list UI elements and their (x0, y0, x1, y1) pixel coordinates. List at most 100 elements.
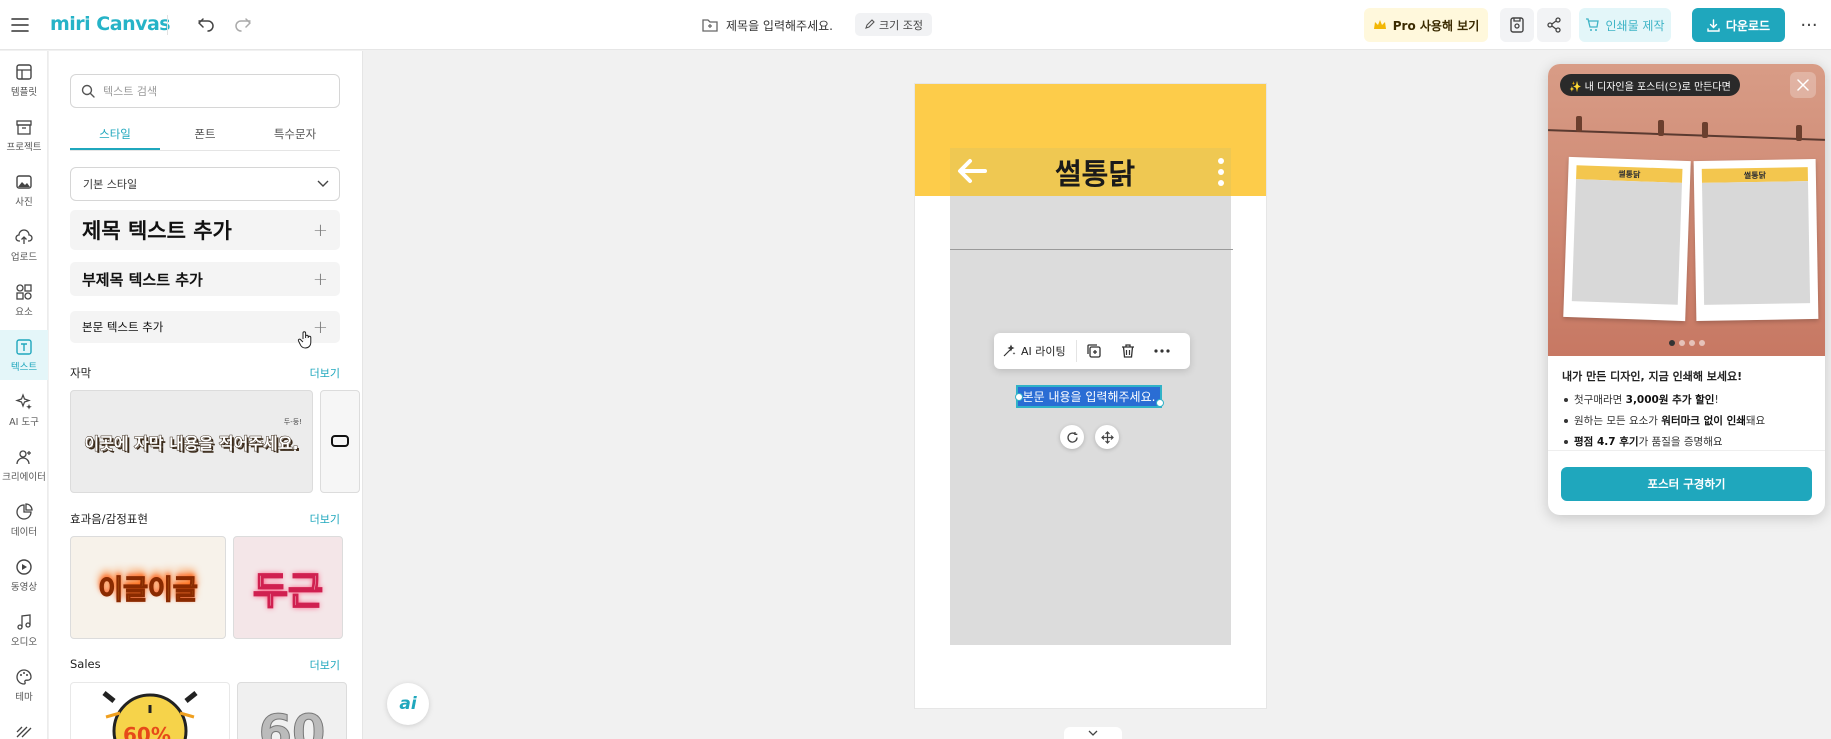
ai-tools-icon (15, 392, 32, 410)
rail-label: 프로젝트 (6, 141, 42, 153)
rail-item-elements[interactable]: 요소 (0, 275, 48, 325)
duplicate-icon[interactable] (1077, 338, 1111, 364)
tab-style[interactable]: 스타일 (70, 121, 160, 150)
rail-item-creator[interactable]: 크리에이터 (0, 440, 48, 490)
promo-chip: ✨ 내 디자인을 포스터(으)로 만든다면 (1560, 74, 1740, 96)
see-more-link[interactable]: 더보기 (310, 657, 340, 673)
ai-writing-label: AI 라이팅 (1021, 345, 1066, 358)
top-bar: miri Canvas 제목을 입력해주세요. 크기 조정 Pro 사용해 보기… (0, 0, 1831, 50)
selected-text-box[interactable]: 본문 내용을 입력해주세요. (1016, 385, 1162, 408)
more-options-icon[interactable] (1145, 338, 1179, 364)
rail-item-data[interactable]: 데이터 (0, 495, 48, 545)
download-label: 다운로드 (1725, 18, 1771, 33)
rail-item-theme[interactable]: 테마 (0, 660, 48, 710)
resize-handle-right[interactable] (1156, 399, 1164, 407)
section-title: 효과음/감정표현 (70, 512, 148, 526)
save-icon (1510, 17, 1524, 33)
effect-thumbnail-heart[interactable]: 두근 (233, 536, 343, 639)
rail-item-text[interactable]: 텍스트 (0, 330, 48, 380)
rail-item-video[interactable]: 동영상 (0, 550, 48, 600)
text-search[interactable] (70, 74, 340, 108)
content-placeholder[interactable] (950, 196, 1231, 645)
rail-label: 데이터 (10, 526, 38, 538)
save-button[interactable] (1500, 8, 1534, 42)
divider-line[interactable] (950, 249, 1233, 250)
kebab-menu-icon[interactable] (1215, 154, 1227, 190)
divider (1548, 450, 1825, 451)
promo-benefits: 첫구매라면 3,000원 추가 할인! 원하는 모든 요소가 워터마크 없이 인… (1562, 392, 1814, 449)
redo-icon[interactable] (230, 12, 256, 38)
section-sales-header: Sales 더보기 (70, 657, 340, 673)
rail-item-upload[interactable]: 업로드 (0, 220, 48, 270)
document-title-text[interactable]: 제목을 입력해주세요. (726, 17, 833, 34)
benefit-item: 평점 4.7 후기가 품질을 증명해요 (1562, 434, 1814, 449)
ai-assistant-button[interactable]: ai (387, 683, 429, 725)
rail-item-template[interactable]: 템플릿 (0, 55, 48, 105)
ai-writing-button[interactable]: AI 라이팅 (1002, 340, 1077, 362)
app-logo[interactable]: miri Canvas (50, 11, 171, 37)
project-icon (16, 119, 32, 135)
rail-label: 동영상 (10, 581, 38, 593)
elements-icon (16, 283, 32, 300)
add-title-text-button[interactable]: 제목 텍스트 추가 + (70, 210, 340, 250)
add-subtitle-label: 부제목 텍스트 추가 (82, 270, 203, 289)
rail-label: 오디오 (10, 636, 38, 648)
see-more-link[interactable]: 더보기 (310, 511, 340, 527)
undo-icon[interactable] (193, 12, 219, 38)
subtitle-style-thumbnail-2[interactable] (320, 390, 360, 493)
document-title[interactable]: 제목을 입력해주세요. (702, 12, 833, 38)
move-icon[interactable] (1095, 425, 1119, 449)
section-subtitles-header: 자막 더보기 (70, 365, 340, 381)
see-more-link[interactable]: 더보기 (310, 365, 340, 381)
download-button[interactable]: 다운로드 (1692, 8, 1785, 42)
page-navigator-toggle[interactable] (1064, 727, 1122, 739)
rail-label: 크리에이터 (2, 471, 46, 483)
rail-item-ai-tools[interactable]: AI 도구 (0, 385, 48, 435)
page-title[interactable]: 썰통닭 (995, 148, 1195, 196)
print-button[interactable]: 인쇄물 제작 (1579, 8, 1671, 42)
pro-trial-button[interactable]: Pro 사용해 보기 (1364, 8, 1488, 42)
rail-label: 텍스트 (10, 361, 38, 373)
resize-handle-left[interactable] (1015, 393, 1023, 401)
back-arrow-icon[interactable] (955, 154, 989, 188)
benefit-item: 원하는 모든 요소가 워터마크 없이 인쇄돼요 (1562, 413, 1814, 428)
plus-icon: + (312, 316, 328, 338)
trash-icon[interactable] (1111, 338, 1145, 364)
menu-icon[interactable] (8, 13, 32, 37)
sales-thumbnail-1[interactable]: 60% (70, 682, 230, 739)
sales-thumbnail-2[interactable]: 60 (237, 682, 347, 739)
close-icon[interactable] (1790, 72, 1816, 98)
search-input[interactable] (103, 84, 323, 98)
rotate-icon[interactable] (1060, 425, 1084, 449)
left-icon-rail: 템플릿 프로젝트 사진 업로드 요소 텍스트 AI 도구 크리에이터 데이터 동… (0, 51, 48, 739)
pattern-icon[interactable] (15, 725, 33, 739)
download-icon (1707, 18, 1720, 32)
section-effects-header: 효과음/감정표현 더보기 (70, 511, 340, 527)
crown-icon (1373, 20, 1386, 29)
creator-icon (16, 449, 31, 464)
style-select[interactable]: 기본 스타일 (70, 167, 340, 201)
section-title: 자막 (70, 366, 92, 380)
chevron-down-icon (1088, 730, 1098, 736)
rail-item-photo[interactable]: 사진 (0, 165, 48, 215)
effect-thumbnail-fire[interactable]: 이글이글 (70, 536, 226, 639)
rail-item-project[interactable]: 프로젝트 (0, 110, 48, 160)
subtitle-style-thumbnail[interactable]: 이곳에 자막 내용을 적어주세요. 두-둥! (70, 390, 313, 493)
rail-item-audio[interactable]: 오디오 (0, 605, 48, 655)
hand-cursor-icon (297, 331, 312, 349)
folder-icon (702, 19, 718, 32)
plus-icon: + (312, 268, 328, 290)
share-button[interactable] (1537, 8, 1571, 42)
tab-special-chars[interactable]: 특수문자 (250, 121, 340, 150)
view-posters-button[interactable]: 포스터 구경하기 (1561, 467, 1812, 501)
tab-font[interactable]: 폰트 (160, 121, 250, 150)
sales-thumb-text: 60% (123, 723, 171, 739)
resize-button[interactable]: 크기 조정 (855, 13, 932, 36)
add-title-label: 제목 텍스트 추가 (82, 219, 232, 243)
more-options-icon[interactable]: ··· (1796, 12, 1822, 38)
rail-label: 업로드 (10, 251, 38, 263)
poster-promo-popup: 썰통닭 썰통닭 ✨ 내 디자인을 포스터(으)로 만든다면 내가 만든 디자인,… (1548, 64, 1825, 515)
carousel-dots[interactable] (1669, 340, 1705, 346)
add-subtitle-text-button[interactable]: 부제목 텍스트 추가 + (70, 262, 340, 296)
resize-label: 크기 조정 (879, 18, 923, 32)
